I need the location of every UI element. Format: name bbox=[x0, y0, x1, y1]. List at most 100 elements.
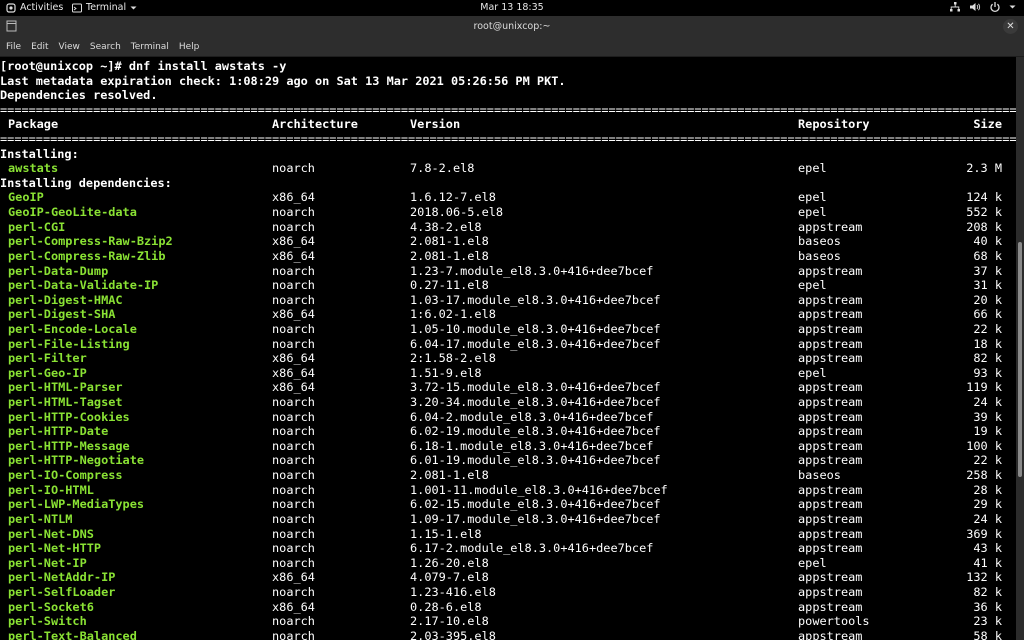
power-icon bbox=[989, 1, 1001, 13]
package-size: 93 k bbox=[973, 365, 1002, 380]
clock[interactable]: Mar 13 18:35 bbox=[480, 2, 543, 13]
separator-line: ========================================… bbox=[0, 102, 1016, 117]
table-row: perl-Geo-IP x86_64 1.51-9.el8 epel 93 k bbox=[0, 366, 1016, 381]
package-repo: baseos bbox=[798, 248, 841, 263]
package-repo: appstream bbox=[798, 570, 863, 585]
table-row: perl-Data-Dump noarch 1.23-7.module_el8.3.… bbox=[0, 264, 1016, 279]
menu-search[interactable]: Search bbox=[86, 42, 125, 52]
header-architecture: Architecture bbox=[272, 117, 358, 132]
package-version: 1.09-17.module_el8.3.0+416+dee7bcef bbox=[410, 511, 661, 526]
package-repo: epel bbox=[798, 365, 827, 380]
separator-line: ========================================… bbox=[0, 132, 1016, 147]
package-size: 23 k bbox=[973, 614, 1002, 629]
table-row: perl-HTTP-Cookies noarch 6.04-2.module_el8… bbox=[0, 410, 1016, 425]
section-dependencies: Installing dependencies: bbox=[0, 175, 172, 190]
table-row: perl-Filter x86_64 2:1.58-2.el8 appstream 82… bbox=[0, 351, 1016, 366]
package-name: perl-HTML-Parser bbox=[8, 380, 123, 395]
package-name: perl-Data-Validate-IP bbox=[8, 278, 159, 293]
metadata-line: Last metadata expiration check: 1:08:29 … bbox=[0, 73, 566, 88]
table-row: perl-HTTP-Date noarch 6.02-19.module_el8.3… bbox=[0, 424, 1016, 439]
package-arch: noarch bbox=[272, 438, 315, 453]
package-size: 18 k bbox=[973, 336, 1002, 351]
package-arch: noarch bbox=[272, 161, 315, 176]
table-row: perl-HTTP-Negotiate noarch 6.01-19.module_… bbox=[0, 453, 1016, 468]
package-size: 258 k bbox=[966, 468, 1002, 483]
package-version: 1.51-9.el8 bbox=[410, 365, 482, 380]
package-version: 1.26-20.el8 bbox=[410, 555, 489, 570]
package-size: 100 k bbox=[966, 438, 1002, 453]
terminal-scrollbar[interactable] bbox=[1016, 57, 1024, 640]
package-name: awstats bbox=[8, 161, 59, 176]
system-tray[interactable] bbox=[949, 1, 1016, 13]
package-arch: noarch bbox=[272, 424, 315, 439]
package-name: perl-Digest-SHA bbox=[8, 307, 116, 322]
package-size: 24 k bbox=[973, 511, 1002, 526]
package-version: 1.05-10.module_el8.3.0+416+dee7bcef bbox=[410, 321, 661, 336]
window-title: root@unixcop:~ bbox=[473, 21, 551, 32]
table-header: Package Architecture Version Repository … bbox=[0, 117, 1016, 132]
menu-terminal[interactable]: Terminal bbox=[127, 42, 173, 52]
package-repo: epel bbox=[798, 555, 827, 570]
package-repo: appstream bbox=[798, 482, 863, 497]
activities-button[interactable]: Activities bbox=[6, 2, 63, 13]
section-installing: Installing: bbox=[0, 146, 79, 161]
activities-icon bbox=[6, 2, 16, 13]
package-name: perl-Filter bbox=[8, 351, 87, 366]
package-repo: appstream bbox=[798, 628, 863, 640]
package-repo: baseos bbox=[798, 234, 841, 249]
package-name: perl-Net-HTTP bbox=[8, 541, 102, 556]
close-icon[interactable]: ✕ bbox=[1003, 19, 1018, 34]
package-arch: noarch bbox=[272, 555, 315, 570]
package-name: perl-IO-HTML bbox=[8, 482, 94, 497]
package-repo: baseos bbox=[798, 468, 841, 483]
dependency-list: GeoIP x86_64 1.6.12-7.el8 epel 124 k GeoIP-Ge… bbox=[0, 190, 1016, 640]
package-size: 119 k bbox=[966, 380, 1002, 395]
package-arch: x86_64 bbox=[272, 234, 315, 249]
package-name: perl-HTTP-Date bbox=[8, 424, 109, 439]
table-row: perl-Text-Balanced noarch 2.03-395.el8 apps… bbox=[0, 629, 1016, 640]
header-version: Version bbox=[410, 117, 461, 132]
menu-file[interactable]: File bbox=[2, 42, 25, 52]
table-row: perl-Data-Validate-IP noarch 0.27-11.el8 ep… bbox=[0, 278, 1016, 293]
package-arch: noarch bbox=[272, 395, 315, 410]
window-titlebar[interactable]: root@unixcop:~ ✕ bbox=[0, 16, 1024, 38]
header-size: Size bbox=[973, 117, 1002, 132]
package-repo: appstream bbox=[798, 584, 863, 599]
package-name: GeoIP bbox=[8, 190, 44, 205]
package-name: perl-SelfLoader bbox=[8, 584, 116, 599]
package-size: 82 k bbox=[973, 584, 1002, 599]
package-version: 1.23-7.module_el8.3.0+416+dee7bcef bbox=[410, 263, 654, 278]
menu-edit[interactable]: Edit bbox=[27, 42, 52, 52]
package-name: perl-NetAddr-IP bbox=[8, 570, 116, 585]
package-repo: appstream bbox=[798, 409, 863, 424]
package-name: perl-Geo-IP bbox=[8, 365, 87, 380]
table-row: GeoIP x86_64 1.6.12-7.el8 epel 124 k bbox=[0, 190, 1016, 205]
network-icon bbox=[949, 1, 961, 13]
menu-view[interactable]: View bbox=[55, 42, 84, 52]
package-version: 6.01-19.module_el8.3.0+416+dee7bcef bbox=[410, 453, 661, 468]
package-name: perl-Text-Balanced bbox=[8, 628, 137, 640]
package-arch: x86_64 bbox=[272, 248, 315, 263]
package-size: 22 k bbox=[973, 321, 1002, 336]
scrollbar-thumb[interactable] bbox=[1018, 242, 1022, 477]
package-version: 6.17-2.module_el8.3.0+416+dee7bcef bbox=[410, 541, 654, 556]
table-row: perl-Switch noarch 2.17-10.el8 powertools 23… bbox=[0, 614, 1016, 629]
package-size: 58 k bbox=[973, 628, 1002, 640]
terminal-output[interactable]: [root@unixcop ~]# dnf install awstats -y… bbox=[0, 57, 1016, 640]
package-repo: appstream bbox=[798, 321, 863, 336]
app-menu-button[interactable]: Terminal bbox=[72, 2, 137, 13]
table-row: perl-IO-Compress noarch 2.081-1.el8 baseos 2… bbox=[0, 468, 1016, 483]
package-size: 82 k bbox=[973, 351, 1002, 366]
menu-bar: File Edit View Search Terminal Help bbox=[0, 38, 1024, 57]
table-row: perl-File-Listing noarch 6.04-17.module_el… bbox=[0, 337, 1016, 352]
menu-help[interactable]: Help bbox=[175, 42, 204, 52]
package-version: 1.15-1.el8 bbox=[410, 526, 482, 541]
package-size: 43 k bbox=[973, 541, 1002, 556]
package-arch: noarch bbox=[272, 511, 315, 526]
table-row: perl-HTML-Parser x86_64 3.72-15.module_el8… bbox=[0, 380, 1016, 395]
package-arch: noarch bbox=[272, 263, 315, 278]
app-name: Terminal bbox=[86, 2, 127, 13]
package-repo: appstream bbox=[798, 395, 863, 410]
package-repo: appstream bbox=[798, 307, 863, 322]
table-row: perl-SelfLoader noarch 1.23-416.el8 appstre… bbox=[0, 585, 1016, 600]
